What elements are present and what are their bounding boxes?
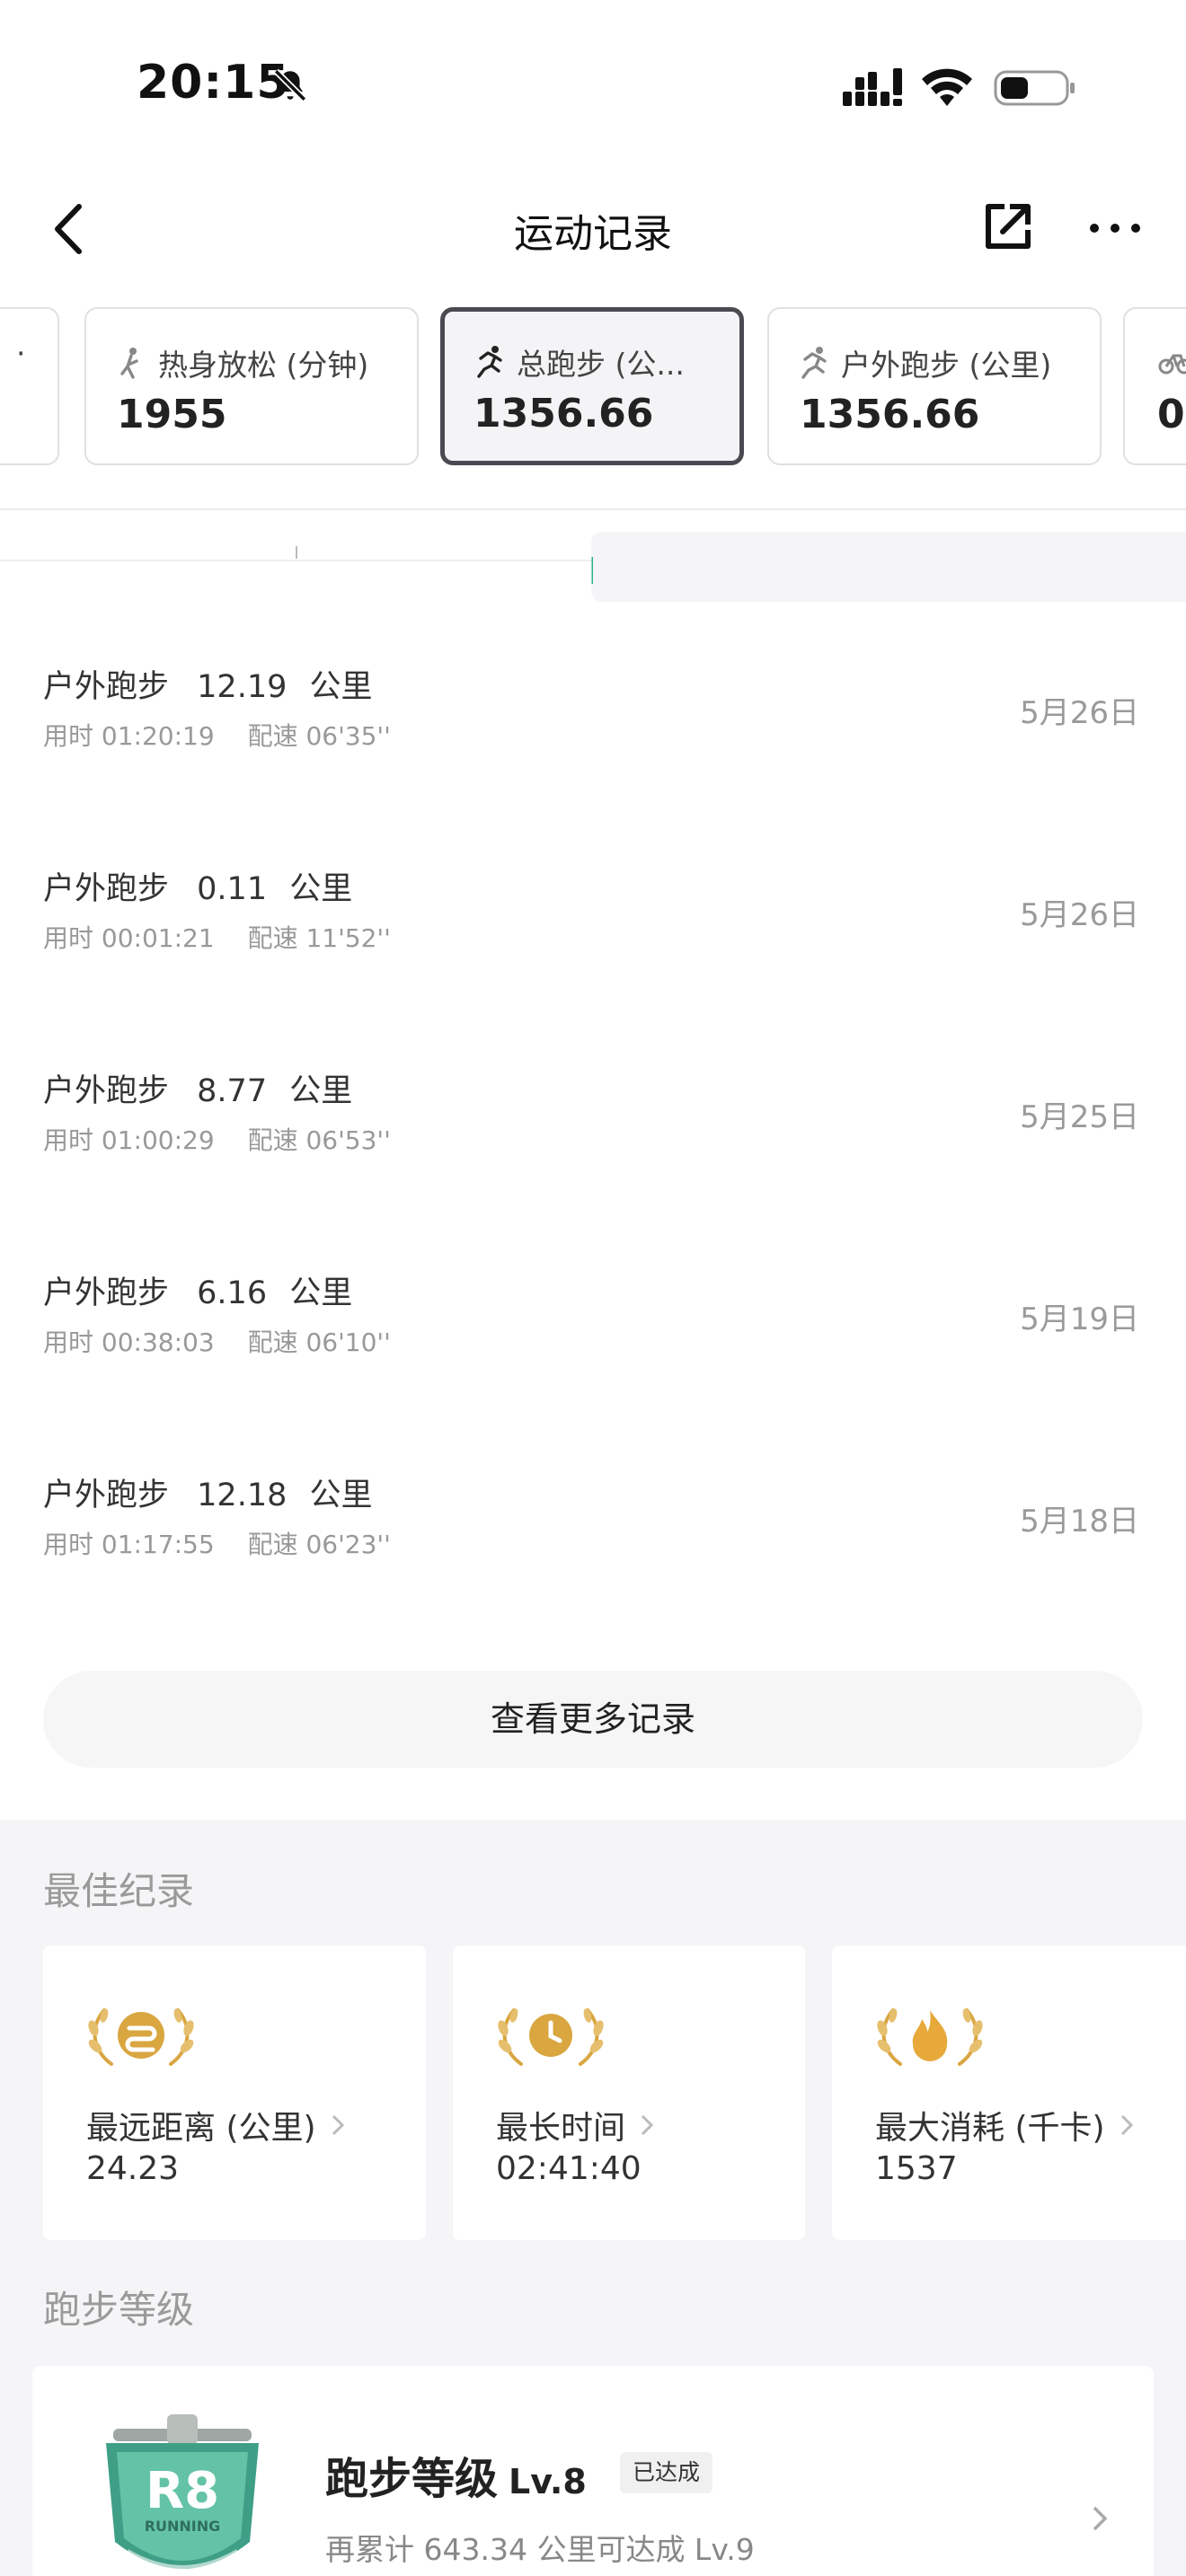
record-date: 5月18日 — [1020, 1504, 1139, 1539]
running-icon — [801, 347, 827, 379]
clock-laurel-icon — [498, 2008, 604, 2066]
best-record-label: 最大消耗 (千卡) — [875, 2110, 1105, 2147]
metric-chip-value: 1356.66 — [800, 392, 980, 437]
record-distance: 0.11 — [197, 871, 268, 907]
section-title-level: 跑步等级 — [43, 2288, 195, 2332]
badge-subtext: RUNNING — [145, 2518, 221, 2535]
record-pace: 配速 06'23'' — [247, 1530, 391, 1559]
record-pace: 配速 11'52'' — [247, 923, 391, 953]
metric-chip-value: 0. — [1157, 392, 1186, 437]
timeline-strip[interactable] — [0, 510, 1186, 607]
running-icon — [477, 346, 502, 378]
record-title: 户外跑步 — [43, 1478, 170, 1513]
metric-chip-value: 1955 — [117, 392, 227, 437]
status-bar: 20:15 — [0, 0, 1186, 171]
best-record-card-distance[interactable]: 最远距离 (公里) 24.23 — [43, 1945, 426, 2240]
status-time: 20:15 — [137, 56, 290, 110]
share-icon[interactable] — [981, 199, 1035, 253]
best-record-card-duration[interactable]: 最长时间 02:41:40 — [453, 1945, 805, 2240]
level-progress-text: 再累计 643.34 公里可达成 Lv.9 — [325, 2532, 755, 2567]
record-title: 户外跑步 — [43, 1275, 170, 1311]
record-row[interactable]: 户外跑步 6.16 公里 用时 00:38:03 配速 06'10'' 5月19… — [0, 1213, 1186, 1416]
metric-chip-warmup[interactable]: 热身放松 (分钟) 1955 — [84, 307, 419, 465]
record-unit: 公里 — [289, 1073, 353, 1109]
record-unit: 公里 — [309, 669, 373, 705]
best-record-value: 02:41:40 — [496, 2150, 642, 2187]
record-duration: 用时 00:38:03 — [43, 1328, 215, 1357]
best-record-label: 最长时间 — [496, 2110, 626, 2147]
level-number: Lv.8 — [509, 2462, 587, 2501]
metric-chip-label: 户外跑步 (公里) — [841, 348, 1052, 383]
cycling-icon — [1158, 354, 1186, 375]
record-duration: 用时 00:01:21 — [43, 923, 215, 953]
bell-muted-icon — [273, 68, 307, 102]
best-record-value: 1537 — [875, 2150, 958, 2187]
record-title: 户外跑步 — [43, 871, 170, 907]
view-more-records-button[interactable]: 查看更多记录 — [43, 1671, 1143, 1768]
record-distance: 8.77 — [197, 1073, 268, 1109]
best-record-value: 24.23 — [86, 2150, 180, 2187]
record-unit: 公里 — [289, 1275, 353, 1311]
metric-chip-total-running[interactable]: 总跑步 (公... 1356.66 — [440, 307, 744, 465]
badge-text: R8 — [146, 2462, 219, 2520]
cellular-signal-icon — [843, 68, 902, 106]
more-options-icon[interactable] — [1087, 210, 1143, 246]
metric-chip-outdoor-running[interactable]: 户外跑步 (公里) 1356.66 — [767, 307, 1102, 465]
record-row[interactable]: 户外跑步 12.19 公里 用时 01:20:19 配速 06'35'' 5月2… — [0, 607, 1186, 809]
record-distance: 12.19 — [197, 669, 288, 705]
record-duration: 用时 01:17:55 — [43, 1530, 215, 1559]
record-duration: 用时 01:00:29 — [43, 1125, 215, 1155]
stretch-icon — [120, 348, 138, 379]
record-duration: 用时 01:20:19 — [43, 721, 215, 751]
record-pace: 配速 06'10'' — [247, 1328, 391, 1357]
record-distance: 6.16 — [197, 1275, 268, 1311]
timeline-axis — [0, 546, 593, 584]
running-level-card[interactable]: R8 RUNNING 跑步等级 Lv.8 已达成 再累计 643.34 公里可达成… — [32, 2366, 1154, 2576]
route-laurel-icon — [88, 2008, 194, 2066]
section-title-best: 最佳纪录 — [43, 1869, 195, 1913]
nav-header: 运动记录 — [0, 171, 1186, 287]
record-title: 户外跑步 — [43, 669, 170, 705]
level-title: 跑步等级 — [325, 2454, 499, 2504]
record-unit: 公里 — [289, 871, 353, 907]
timeline-highlight — [591, 532, 1186, 602]
chevron-right-icon — [641, 2114, 654, 2136]
best-record-card-calories[interactable]: 最大消耗 (千卡) 1537 — [832, 1945, 1186, 2240]
metric-chip-label: 总跑步 (公... — [517, 347, 685, 382]
level-status-tag: 已达成 — [620, 2452, 713, 2493]
record-date: 5月25日 — [1020, 1099, 1139, 1135]
metric-chip-label: 热身放松 (分钟) — [158, 348, 369, 383]
record-row[interactable]: 户外跑步 0.11 公里 用时 00:01:21 配速 11'52'' 5月26… — [0, 809, 1186, 1011]
record-distance: 12.18 — [197, 1478, 288, 1513]
record-row[interactable]: 户外跑步 8.77 公里 用时 01:00:29 配速 06'53'' 5月25… — [0, 1011, 1186, 1213]
metric-chip-partial-left[interactable]: · — [0, 307, 59, 465]
running-level-badge-icon: R8 RUNNING — [106, 2414, 259, 2576]
stats-section: 最佳纪录 最远距离 (公里) 24.23 最长时间 02:41:40 最大消耗 … — [0, 1820, 1186, 2576]
record-pace: 配速 06'53'' — [247, 1125, 391, 1155]
flame-laurel-icon — [877, 2008, 983, 2066]
chevron-right-icon — [332, 2114, 344, 2136]
record-pace: 配速 06'35'' — [247, 721, 391, 751]
record-date: 5月19日 — [1020, 1301, 1139, 1337]
record-date: 5月26日 — [1020, 897, 1139, 933]
best-record-label: 最远距离 (公里) — [86, 2110, 316, 2147]
record-unit: 公里 — [309, 1478, 373, 1513]
record-row[interactable]: 户外跑步 12.18 公里 用时 01:17:55 配速 06'23'' 5月1… — [0, 1416, 1186, 1618]
battery-icon — [994, 70, 1075, 106]
chevron-right-icon — [1093, 2506, 1108, 2531]
metric-chip-cycling[interactable]: 0. — [1123, 307, 1186, 465]
metric-chip-value: 1356.66 — [474, 391, 654, 437]
chevron-right-icon — [1120, 2114, 1133, 2136]
wifi-icon — [922, 68, 972, 106]
record-date: 5月26日 — [1020, 695, 1139, 731]
record-title: 户外跑步 — [43, 1073, 170, 1109]
metric-chip-strip[interactable]: · 热身放松 (分钟) 1955 总跑步 (公... 1356.66 户外跑步 … — [0, 305, 1186, 469]
